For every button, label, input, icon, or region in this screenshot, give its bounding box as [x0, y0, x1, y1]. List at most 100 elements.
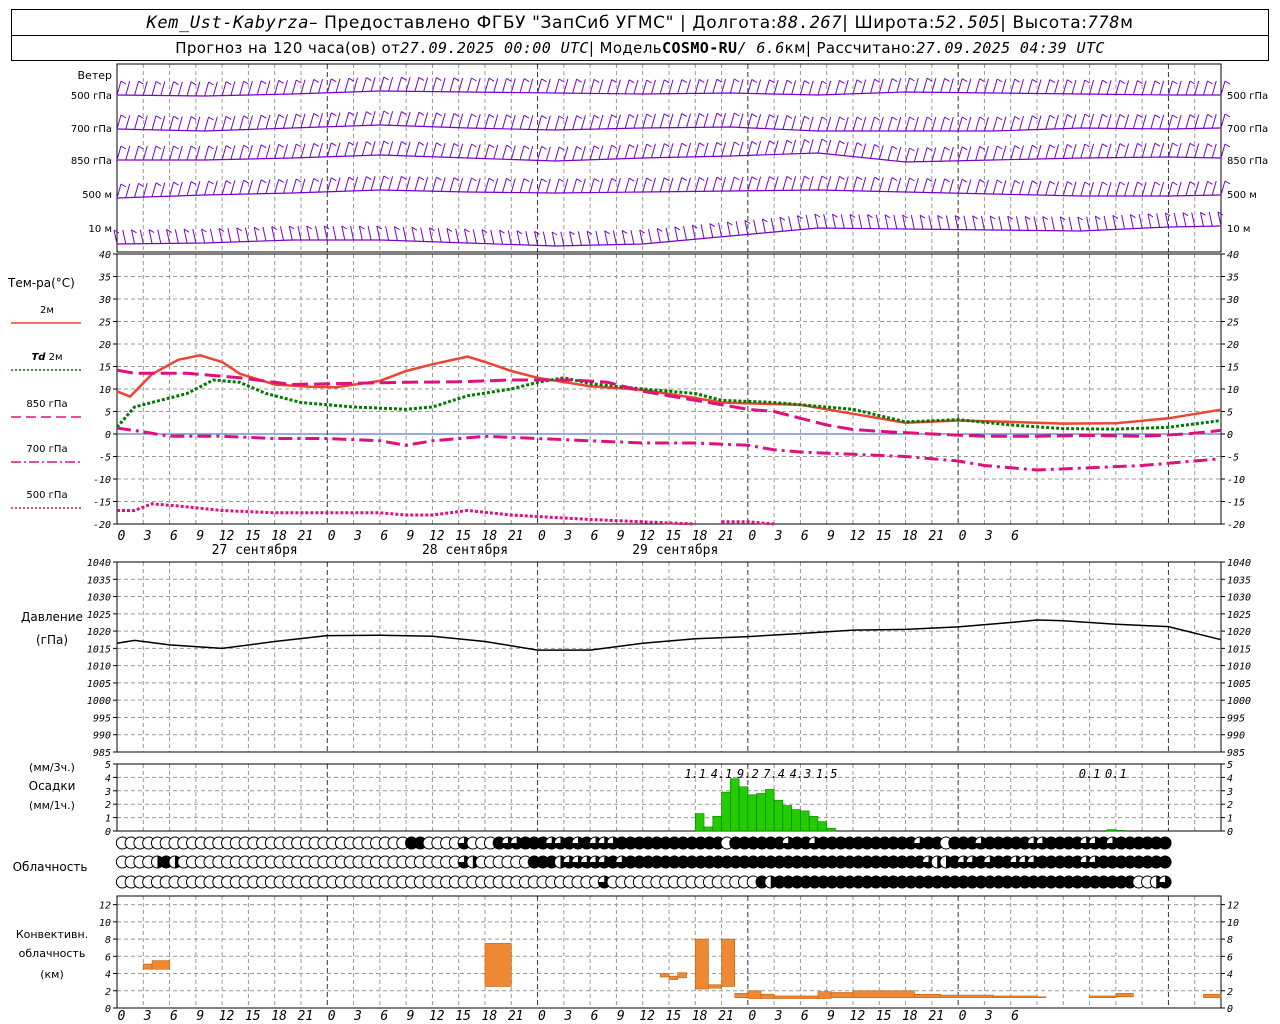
wind-barb — [580, 115, 586, 130]
wind-barb — [677, 143, 683, 158]
wind-barb — [502, 114, 508, 129]
wind-barb — [913, 178, 919, 193]
conv-bar — [734, 993, 749, 998]
conv-xtick-label: 15 — [455, 1009, 471, 1024]
pressure-tick-label-left: 1035 — [87, 575, 111, 586]
wind-barb — [344, 177, 350, 192]
wind-barb-feather — [1031, 180, 1038, 185]
wind-title: Ветер — [78, 69, 112, 82]
wind-barb — [948, 116, 954, 132]
wind-barb-feather — [1084, 181, 1091, 186]
wind-barb-feather — [453, 77, 460, 82]
wind-barb — [230, 81, 236, 96]
conv-tick-label-right: 6 — [1227, 952, 1233, 963]
wind-barb — [607, 114, 613, 129]
wind-barb-feather — [786, 139, 793, 144]
wind-barb — [116, 114, 122, 130]
wind-barb — [344, 142, 350, 157]
wind-barb-feather — [593, 178, 600, 183]
wind-barb-feather — [331, 112, 337, 117]
wind-barb — [1150, 80, 1156, 95]
wind-barb-feather — [278, 143, 284, 148]
wind-barb — [756, 140, 762, 156]
wind-barb — [212, 145, 218, 160]
wind-barb-feather — [874, 176, 880, 181]
wind-barb — [966, 146, 972, 161]
conv-xtick-label: 3 — [563, 1009, 572, 1024]
wind-barb-feather — [663, 79, 670, 84]
conv-label: Конвективн. — [16, 928, 88, 941]
conv-tick-label-left: 12 — [99, 901, 111, 912]
wind-barb — [928, 215, 933, 230]
wind-barb — [1141, 181, 1147, 197]
wind-barb — [1211, 181, 1217, 196]
wind-barb — [1089, 143, 1095, 159]
wind-barb — [309, 143, 315, 158]
wind-level-label-left: 10 м — [89, 224, 112, 235]
wind-barb — [431, 177, 437, 192]
wind-barb-feather — [243, 115, 249, 120]
conv-xtick-label: 0 — [328, 1009, 336, 1024]
wind-barb — [580, 145, 586, 161]
wind-barb-feather — [453, 142, 460, 147]
wind-barb-feather — [208, 180, 214, 185]
wind-barb — [458, 77, 464, 93]
temp-xtick-label: 0 — [328, 529, 336, 544]
pressure-tick-label-left: 995 — [93, 713, 111, 724]
wind-barb-feather — [716, 112, 723, 117]
wind-barb-feather — [1031, 115, 1038, 120]
wind-barb-feather — [488, 113, 495, 118]
wind-barb — [642, 79, 648, 95]
wind-barb — [1141, 114, 1147, 129]
wind-barb — [239, 180, 245, 195]
wind-barb — [834, 116, 840, 132]
wind-barb-feather — [1102, 113, 1108, 118]
precip-bar — [712, 815, 722, 832]
wind-barb — [1124, 181, 1130, 197]
conv-tick-label-right: 4 — [1227, 970, 1233, 981]
precip-bar — [756, 793, 766, 832]
wind-barb-feather — [120, 145, 127, 150]
wind-barb — [221, 81, 227, 96]
wind-barb — [1106, 80, 1112, 95]
wind-barb-feather — [856, 79, 863, 84]
wind-barb — [396, 77, 402, 92]
wind-barb — [151, 115, 157, 130]
wind-barb — [204, 180, 210, 196]
wind-barb — [230, 145, 236, 160]
wind-barb-feather — [996, 179, 1003, 184]
wind-level-label-right: 500 гПа — [1227, 91, 1268, 102]
wind-barb — [484, 78, 490, 93]
precip-3h-total: 9.2 — [737, 767, 759, 781]
wind-barb-feather — [506, 144, 512, 149]
wind-barb — [703, 177, 709, 192]
pressure-tick-label-right: 1030 — [1227, 593, 1251, 604]
wind-barb-feather — [1137, 142, 1143, 147]
conv-bar — [677, 972, 687, 979]
wind-barb — [291, 178, 297, 194]
wind-barb — [431, 112, 437, 127]
pressure-tick-label-left: 1000 — [87, 696, 111, 707]
wind-barb-feather — [663, 177, 670, 182]
wind-barb-feather — [961, 178, 968, 183]
temp-xtick-label: 0 — [959, 529, 967, 544]
pressure-grid — [116, 561, 1222, 753]
wind-barb — [887, 146, 893, 161]
wind-barb — [265, 114, 271, 130]
wind-barb-feather — [804, 139, 810, 144]
conv-xtick-label: 0 — [748, 1009, 756, 1024]
temp-tick-label-left: 40 — [99, 250, 111, 261]
wind-barb — [525, 230, 530, 246]
wind-barb — [712, 113, 718, 128]
wind-barb-feather — [909, 116, 915, 121]
wind-barb — [1202, 80, 1208, 96]
wind-barb-feather — [401, 111, 407, 116]
wind-barb — [1194, 80, 1200, 96]
temp-tick-label-right: 30 — [1226, 295, 1239, 306]
wind-barb-feather — [401, 175, 407, 180]
pressure-tick-label-left: 990 — [93, 731, 111, 742]
wind-barb — [1018, 145, 1024, 160]
wind-barb — [134, 145, 140, 161]
wind-barb — [405, 176, 411, 191]
precip-3h-total: 1.1 — [684, 767, 706, 781]
